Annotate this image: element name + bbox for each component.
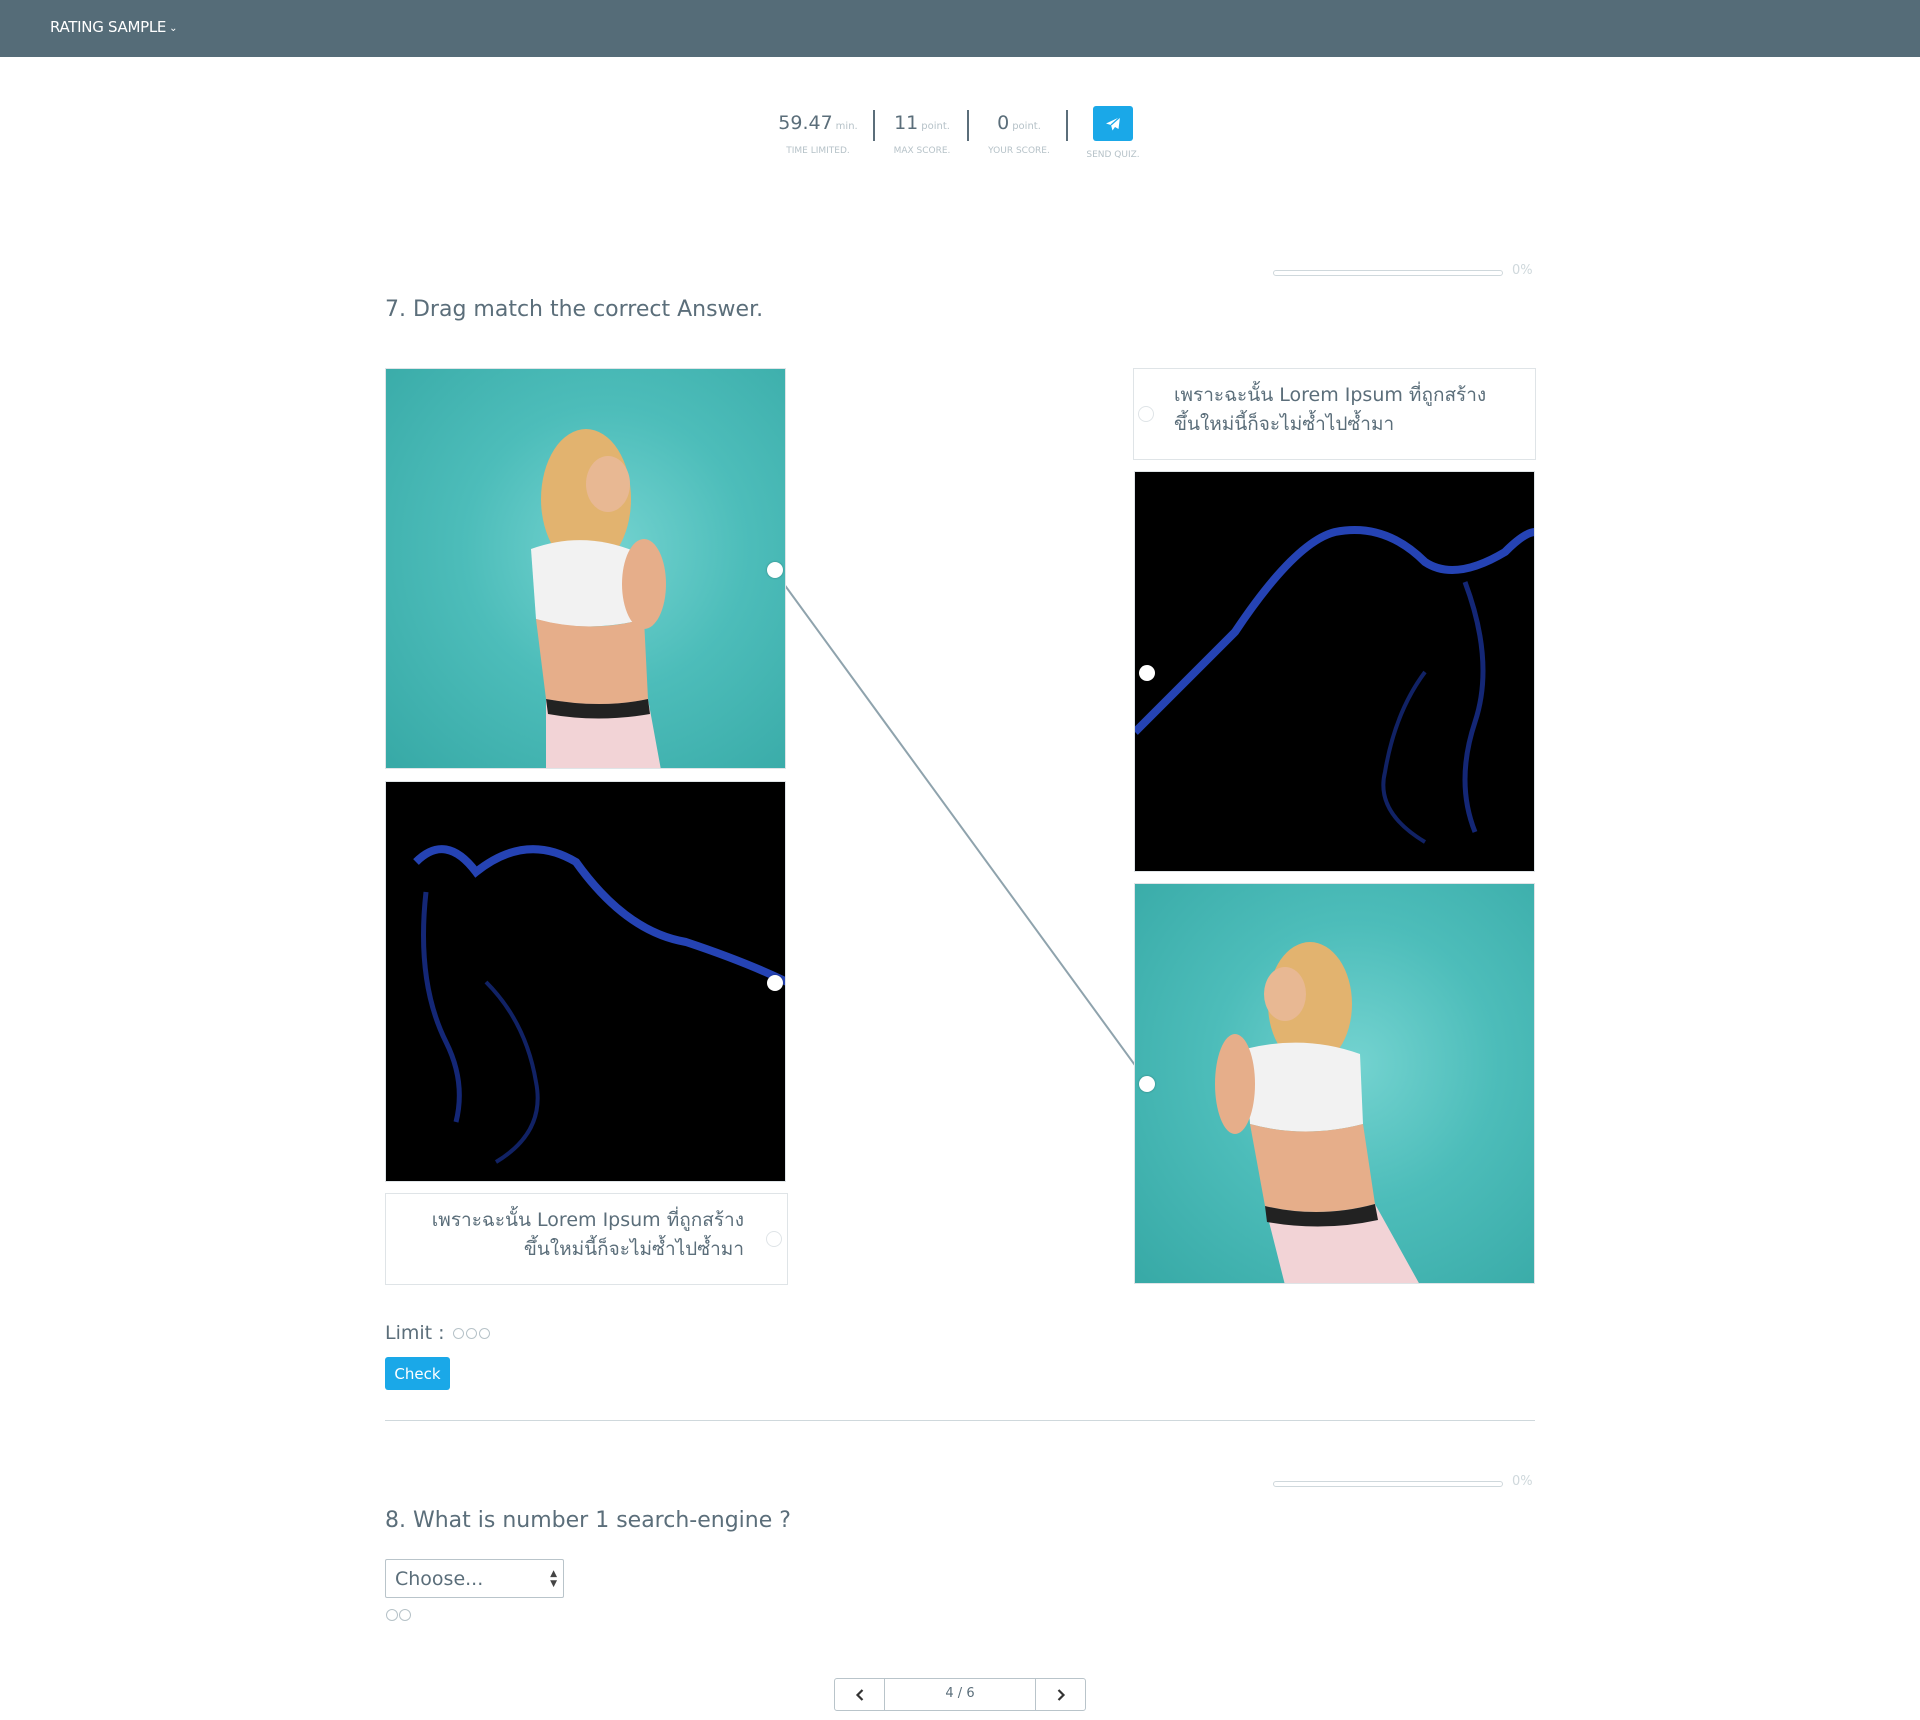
left-item-image-silhouette[interactable] (385, 781, 786, 1182)
q8-title: 8. What is number 1 search-engine ? (385, 1508, 791, 1533)
limit-circle (452, 1328, 464, 1339)
q8-progress-label: 0% (1512, 1474, 1533, 1489)
woman-photo (531, 429, 666, 768)
prev-page-button[interactable] (835, 1679, 885, 1710)
limit-circle (465, 1328, 477, 1339)
left-item-2-connector[interactable] (767, 975, 783, 991)
pagination: 4 / 6 (834, 1678, 1086, 1711)
silhouette-photo (1135, 526, 1534, 844)
woman-photo (1215, 942, 1419, 1283)
limit-circle (386, 1609, 398, 1621)
right-item-image-woman-teal[interactable] (1134, 883, 1535, 1284)
chevron-left-icon (855, 1688, 863, 1701)
q8-limit-circles (386, 1606, 412, 1625)
right-item-text[interactable]: เพราะฉะนั้น Lorem Ipsum ที่ถูกสร้างขึ้นใ… (1133, 368, 1536, 460)
search-engine-select[interactable]: Choose... ▲ ▼ (385, 1559, 564, 1598)
check-button[interactable]: Check (385, 1357, 450, 1390)
match-connection-line (772, 568, 1149, 1084)
right-item-1-connector[interactable] (1138, 406, 1154, 422)
right-item-3-connector[interactable] (1139, 1076, 1155, 1092)
left-item-text[interactable]: เพราะฉะนั้น Lorem Ipsum ที่ถูกสร้างขึ้นใ… (385, 1193, 788, 1285)
question-divider (385, 1420, 1535, 1421)
left-item-3-connector[interactable] (766, 1231, 782, 1247)
right-item-text-content: เพราะฉะนั้น Lorem Ipsum ที่ถูกสร้างขึ้นใ… (1174, 384, 1487, 435)
chevron-right-icon (1057, 1688, 1065, 1701)
right-item-image-silhouette[interactable] (1134, 471, 1535, 872)
limit-circles (451, 1322, 490, 1344)
q7-limit: Limit : (385, 1322, 490, 1344)
select-arrows-icon: ▲ ▼ (550, 1569, 557, 1589)
limit-circle (478, 1328, 490, 1339)
right-item-2-connector[interactable] (1139, 665, 1155, 681)
select-value: Choose... (395, 1568, 484, 1590)
next-page-button[interactable] (1035, 1679, 1085, 1710)
q8-progress-bar (1273, 1481, 1503, 1487)
left-item-1-connector[interactable] (767, 562, 783, 578)
left-item-image-woman-teal[interactable] (385, 368, 786, 769)
left-item-text-content: เพราะฉะนั้น Lorem Ipsum ที่ถูกสร้างขึ้นใ… (431, 1209, 744, 1260)
limit-circle (399, 1609, 411, 1621)
page-indicator: 4 / 6 (945, 1686, 975, 1701)
limit-label: Limit : (385, 1322, 445, 1344)
silhouette-photo (413, 845, 785, 1164)
